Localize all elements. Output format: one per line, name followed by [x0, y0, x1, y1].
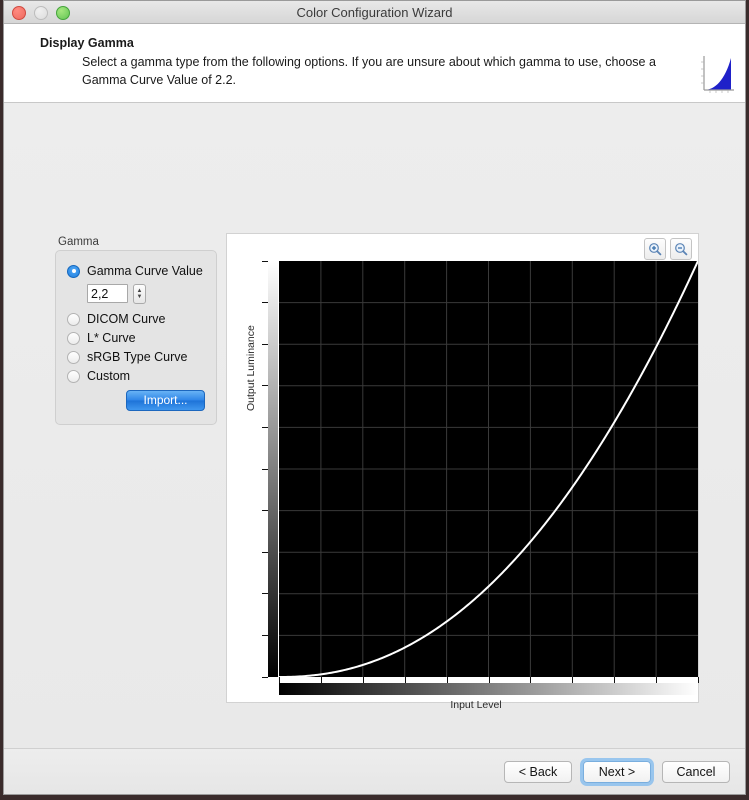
radio-indicator-gamma-curve-value[interactable] [67, 264, 80, 278]
radio-option-l-star-curve[interactable]: L* Curve [67, 329, 216, 348]
window-title-bar: Color Configuration Wizard [4, 1, 745, 24]
gamma-curve-plot [279, 260, 698, 677]
y-axis-label: Output Luminance [245, 324, 257, 411]
x-axis-gradient-strip [279, 682, 698, 695]
radio-indicator-l-star-curve[interactable] [67, 331, 80, 345]
radio-label-l-star-curve: L* Curve [87, 331, 136, 345]
radio-indicator-custom[interactable] [67, 369, 80, 383]
chart-gridlines [279, 260, 698, 677]
wizard-footer: < Back Next > Cancel [4, 748, 745, 794]
plot-area [279, 260, 698, 677]
page-description: Select a gamma type from the following o… [82, 55, 656, 87]
radio-option-custom[interactable]: Custom [67, 367, 216, 386]
zoom-button[interactable] [56, 6, 70, 20]
gamma-chart-panel: Output Luminance Input Level [226, 232, 699, 711]
traffic-light-group [12, 6, 70, 20]
radio-option-dicom-curve[interactable]: DICOM Curve [67, 310, 216, 329]
import-button[interactable]: Import... [126, 389, 205, 411]
radio-indicator-dicom-curve[interactable] [67, 312, 80, 326]
radio-option-srgb-type-curve[interactable]: sRGB Type Curve [67, 348, 216, 367]
y-axis-gradient-strip [268, 260, 278, 677]
radio-option-gamma-curve-value[interactable]: Gamma Curve Value [67, 262, 216, 281]
x-axis-label: Input Level [450, 698, 502, 711]
color-configuration-wizard-window: Color Configuration Wizard Display Gamma… [3, 0, 746, 795]
radio-label-srgb-type-curve: sRGB Type Curve [87, 350, 188, 364]
radio-label-gamma-curve-value: Gamma Curve Value [87, 264, 203, 278]
next-button[interactable]: Next > [583, 760, 651, 783]
chart-zoom-controls [644, 237, 692, 260]
radio-label-dicom-curve: DICOM Curve [87, 312, 166, 326]
minimize-button[interactable] [34, 6, 48, 20]
radio-indicator-srgb-type-curve[interactable] [67, 350, 80, 364]
wizard-header: Display Gamma Select a gamma type from t… [4, 24, 745, 103]
gamma-options-group: Gamma Curve Value ▲ ▼ DICOM Curve L* Cur… [55, 249, 217, 425]
wizard-body: Gamma Gamma Curve Value ▲ ▼ DICOM Curve … [4, 102, 745, 748]
gamma-curve-logo-icon [697, 54, 737, 96]
close-button[interactable] [12, 6, 26, 20]
gamma-value-control: ▲ ▼ [87, 283, 216, 304]
gamma-plot: Output Luminance Input Level [245, 260, 699, 711]
gamma-value-stepper[interactable]: ▲ ▼ [133, 283, 146, 304]
radio-label-custom: Custom [87, 369, 131, 383]
stepper-down-icon[interactable]: ▼ [137, 294, 143, 300]
zoom-out-button[interactable] [670, 237, 692, 260]
zoom-out-magnifier-icon [675, 242, 688, 255]
gamma-group-label: Gamma [58, 235, 99, 248]
page-title: Display Gamma [40, 36, 134, 50]
back-button[interactable]: < Back [504, 760, 572, 783]
zoom-in-magnifier-icon [649, 242, 662, 255]
cancel-button[interactable]: Cancel [662, 760, 730, 783]
gamma-value-input[interactable] [87, 284, 128, 303]
window-title: Color Configuration Wizard [296, 4, 453, 20]
zoom-in-button[interactable] [644, 237, 666, 260]
